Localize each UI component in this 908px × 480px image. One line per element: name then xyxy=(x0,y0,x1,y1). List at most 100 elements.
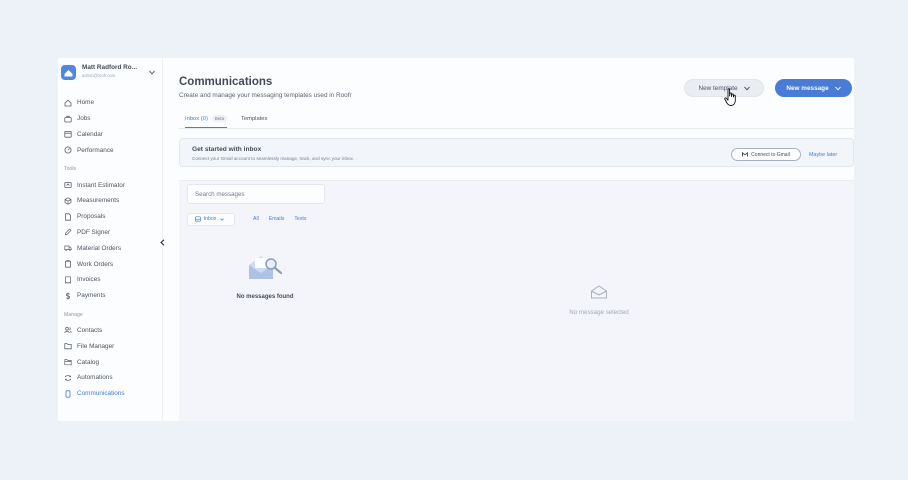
chevron-down-icon xyxy=(220,217,225,221)
banner-subtitle: Connect your Gmail account to seamlessly… xyxy=(192,156,355,161)
section-label-tools: Tools xyxy=(64,166,77,173)
new-message-button[interactable]: New message xyxy=(775,79,852,97)
chevron-down-icon xyxy=(834,86,841,91)
sidebar-item-label: Work Orders xyxy=(77,260,114,268)
tab-inbox-label: Inbox (0) xyxy=(185,115,208,122)
gmail-icon xyxy=(742,152,749,157)
catalog-icon xyxy=(64,358,72,366)
sidebar-item-communications[interactable]: Communications xyxy=(61,386,159,402)
sidebar-item-label: Performance xyxy=(77,146,114,154)
no-messages-text: No messages found xyxy=(236,294,294,300)
sidebar-item-home[interactable]: Home xyxy=(61,95,159,111)
roofr-logo xyxy=(61,65,76,80)
connect-gmail-label: Connect to Gmail xyxy=(751,151,790,158)
search-placeholder: Search messages xyxy=(195,190,245,198)
envelope-search-icon xyxy=(249,256,283,279)
sidebar-item-label: Communications xyxy=(77,390,125,398)
search-input[interactable]: Search messages xyxy=(187,184,325,204)
banner-title: Get started with inbox xyxy=(192,146,262,153)
maybe-later-link[interactable]: Maybe later xyxy=(809,152,837,158)
briefcase-icon xyxy=(64,115,72,123)
dollar-icon xyxy=(64,292,72,300)
app-window: Matt Radford Ro... admin@roofr.com Home J… xyxy=(58,58,854,421)
sidebar-item-label: File Manager xyxy=(77,342,115,350)
home-icon xyxy=(64,99,72,107)
gauge-icon xyxy=(64,146,72,154)
tab-templates[interactable]: Templates xyxy=(241,110,267,127)
message-list-pane: Search messages Inbox All Emails Texts N… xyxy=(187,181,343,421)
sidebar-item-label: Invoices xyxy=(77,276,101,284)
main-content: Communications Create and manage your me… xyxy=(163,58,854,421)
pen-icon xyxy=(64,228,72,236)
inbox-filter-label: Inbox xyxy=(203,216,217,222)
sidebar-item-automations[interactable]: Automations xyxy=(61,370,159,386)
sidebar-nav: Home Jobs Calendar Performance Tools Instant … xyxy=(61,95,159,402)
sidebar-item-file-manager[interactable]: File Manager xyxy=(61,338,159,354)
empty-detail-state: No message selected xyxy=(344,285,854,316)
empty-list-state: No messages found xyxy=(187,251,343,300)
calendar-icon xyxy=(64,130,72,139)
sidebar-item-catalog[interactable]: Catalog xyxy=(61,354,159,370)
sidebar-item-label: Material Orders xyxy=(77,244,122,252)
beta-badge: Beta xyxy=(211,115,227,122)
sidebar-item-label: Proposals xyxy=(77,213,106,221)
tab-inbox[interactable]: Inbox (0) Beta xyxy=(185,110,227,128)
sidebar-item-invoices[interactable]: Invoices xyxy=(61,272,159,288)
sidebar-item-label: Automations xyxy=(77,374,113,382)
house-estimate-icon xyxy=(64,181,72,189)
sidebar: Matt Radford Ro... admin@roofr.com Home J… xyxy=(58,58,164,421)
folder-icon xyxy=(64,342,72,350)
sidebar-item-instant-estimator[interactable]: Instant Estimator xyxy=(61,177,159,193)
sidebar-item-label: PDF Signer xyxy=(77,228,111,236)
inbox-filter-dropdown[interactable]: Inbox xyxy=(187,212,235,226)
gmail-banner: Get started with inbox Connect your Gmai… xyxy=(179,138,854,167)
sidebar-item-performance[interactable]: Performance xyxy=(61,142,159,158)
automation-icon xyxy=(64,374,72,382)
connect-gmail-button[interactable]: Connect to Gmail xyxy=(731,148,801,161)
sidebar-item-label: Jobs xyxy=(77,115,91,123)
sidebar-item-label: Instant Estimator xyxy=(77,181,125,189)
account-switcher[interactable]: Matt Radford Ro... admin@roofr.com xyxy=(61,64,159,82)
filter-texts[interactable]: Texts xyxy=(294,216,306,222)
sidebar-item-payments[interactable]: Payments xyxy=(61,288,159,304)
filter-emails[interactable]: Emails xyxy=(269,216,285,222)
collapse-sidebar-button[interactable] xyxy=(156,236,168,248)
filter-all[interactable]: All xyxy=(253,216,259,222)
account-email: admin@roofr.com xyxy=(82,73,116,78)
sidebar-item-contacts[interactable]: Contacts xyxy=(61,323,159,339)
contacts-icon xyxy=(64,326,72,334)
sidebar-item-measurements[interactable]: Measurements xyxy=(61,193,159,209)
sidebar-item-calendar[interactable]: Calendar xyxy=(61,127,159,143)
tab-templates-label: Templates xyxy=(241,115,268,122)
sidebar-item-label: Measurements xyxy=(77,197,120,205)
sidebar-item-label: Catalog xyxy=(77,358,100,366)
sidebar-item-label: Contacts xyxy=(77,326,103,334)
page-subtitle: Create and manage your messaging templat… xyxy=(179,92,352,99)
chevron-left-icon xyxy=(159,238,164,246)
cube-icon xyxy=(64,197,72,205)
envelope-open-icon xyxy=(591,285,607,299)
phone-icon xyxy=(64,390,72,398)
page-title: Communications xyxy=(179,76,273,88)
inbox-workspace: Search messages Inbox All Emails Texts N… xyxy=(179,180,854,421)
sidebar-item-jobs[interactable]: Jobs xyxy=(61,111,159,127)
clipboard-icon xyxy=(64,260,72,268)
no-message-selected-text: No message selected xyxy=(569,309,629,316)
sidebar-item-label: Calendar xyxy=(77,130,103,138)
document-icon xyxy=(64,213,72,221)
message-detail-pane: No message selected xyxy=(344,181,854,421)
chevron-down-icon xyxy=(743,86,750,91)
receipt-icon xyxy=(64,276,72,284)
sidebar-item-material-orders[interactable]: Material Orders xyxy=(61,240,159,256)
sidebar-item-proposals[interactable]: Proposals xyxy=(61,209,159,225)
sidebar-item-pdf-signer[interactable]: PDF Signer xyxy=(61,225,159,241)
section-label-manage: Manage xyxy=(64,311,83,318)
truck-icon xyxy=(64,244,72,252)
sidebar-item-label: Payments xyxy=(77,292,106,300)
sidebar-item-label: Home xyxy=(77,99,95,107)
sidebar-item-work-orders[interactable]: Work Orders xyxy=(61,256,159,272)
chevron-down-icon xyxy=(149,70,155,75)
tab-bar: Inbox (0) Beta Templates xyxy=(179,110,854,129)
new-message-label: New message xyxy=(786,84,829,92)
account-name: Matt Radford Ro... xyxy=(82,64,138,71)
